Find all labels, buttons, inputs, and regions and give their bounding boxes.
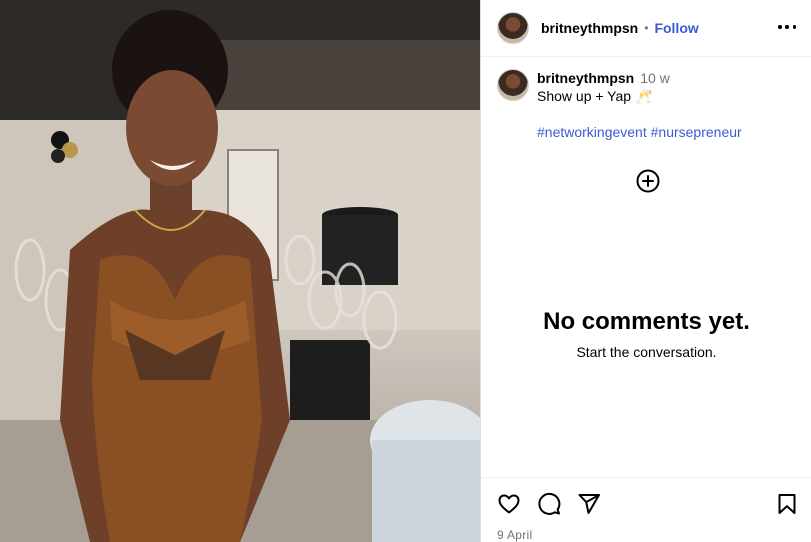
- more-options-icon[interactable]: [778, 18, 796, 36]
- separator-dot: •: [644, 21, 649, 35]
- caption-username[interactable]: britneythmpsn: [537, 70, 634, 86]
- bookmark-icon[interactable]: [775, 492, 801, 518]
- post-photo-illustration: [0, 0, 480, 542]
- post-photo[interactable]: [0, 0, 480, 542]
- comment-icon[interactable]: [537, 492, 563, 518]
- follow-button[interactable]: Follow: [654, 20, 698, 36]
- post-sidebar: britneythmpsn • Follow britneythmpsn 10 w…: [480, 0, 811, 542]
- caption-body: britneythmpsn 10 w Show up + Yap 🥂 #netwo…: [537, 69, 742, 141]
- caption: britneythmpsn 10 w Show up + Yap 🥂 #netwo…: [497, 69, 797, 141]
- post-actions: 9 April: [481, 477, 811, 542]
- share-icon[interactable]: [577, 492, 603, 518]
- post-header: britneythmpsn • Follow: [481, 0, 811, 57]
- username-link[interactable]: britneythmpsn: [541, 20, 638, 36]
- caption-hashtags[interactable]: #networkingevent #nursepreneur: [537, 123, 742, 141]
- avatar[interactable]: [497, 12, 529, 44]
- caption-time[interactable]: 10 w: [640, 70, 670, 86]
- post-date[interactable]: 9 April: [497, 528, 532, 542]
- caption-text: Show up + Yap 🥂: [537, 88, 653, 104]
- empty-comments-subtitle: Start the conversation.: [576, 344, 717, 360]
- empty-comments: No comments yet. Start the conversation.: [481, 308, 811, 360]
- add-circle-icon[interactable]: [636, 169, 660, 193]
- heart-icon[interactable]: [497, 492, 523, 518]
- empty-comments-title: No comments yet.: [543, 308, 750, 335]
- avatar[interactable]: [497, 69, 529, 101]
